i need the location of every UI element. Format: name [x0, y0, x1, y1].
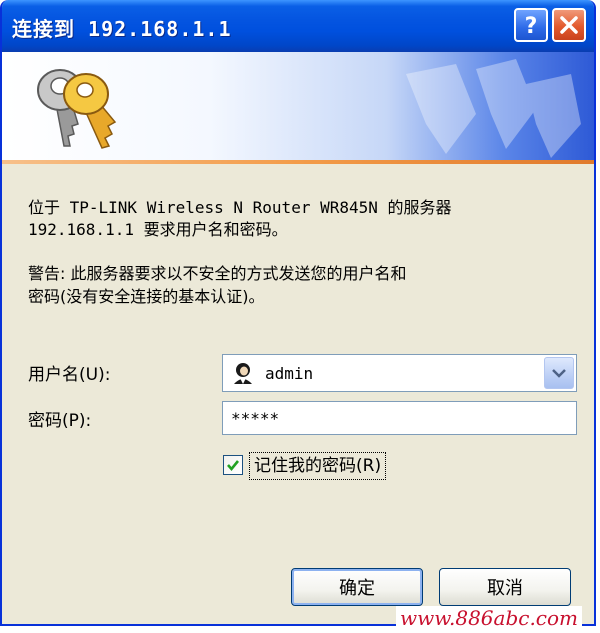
username-combobox[interactable]: admin [222, 354, 577, 392]
window-title: 连接到 192.168.1.1 [12, 17, 232, 41]
message-line-2: 192.168.1.1 要求用户名和密码。 [28, 220, 288, 239]
remember-password-label[interactable]: 记住我的密码(R) [249, 452, 387, 480]
cancel-button[interactable]: 取消 [439, 568, 571, 606]
help-icon: ? [525, 14, 538, 39]
password-label: 密码(P): [28, 411, 92, 431]
close-button[interactable] [552, 8, 586, 42]
checkmark-icon [227, 460, 240, 472]
username-dropdown-button[interactable] [544, 357, 574, 389]
banner-keys-watermark-icon [406, 59, 581, 158]
banner-accent-line [2, 160, 594, 164]
remember-checkbox-box[interactable] [223, 455, 243, 475]
help-button[interactable]: ? [514, 8, 548, 42]
username-label: 用户名(U): [28, 365, 111, 385]
user-icon [234, 363, 252, 384]
keys-icon [37, 69, 117, 149]
dropdown-arrow-icon [552, 369, 566, 378]
warning-line-2: 密码(没有安全连接的基本认证)。 [28, 287, 265, 306]
banner [2, 52, 594, 160]
login-dialog: 连接到 192.168.1.1 ? 位于 TP-LINK Wireless N … [0, 0, 596, 626]
password-field[interactable] [222, 401, 577, 435]
warning-line-1: 警告: 此服务器要求以不安全的方式发送您的用户名和 [28, 264, 407, 283]
message-line-1: 位于 TP-LINK Wireless N Router WR845N 的服务器 [28, 198, 452, 217]
svg-text:?: ? [525, 14, 538, 39]
close-icon [560, 16, 578, 34]
username-value[interactable]: admin [265, 364, 313, 383]
site-watermark: www.886abc.com [396, 606, 583, 630]
ok-button[interactable]: 确定 [291, 568, 423, 606]
title-bar[interactable]: 连接到 192.168.1.1 ? [2, 0, 594, 52]
